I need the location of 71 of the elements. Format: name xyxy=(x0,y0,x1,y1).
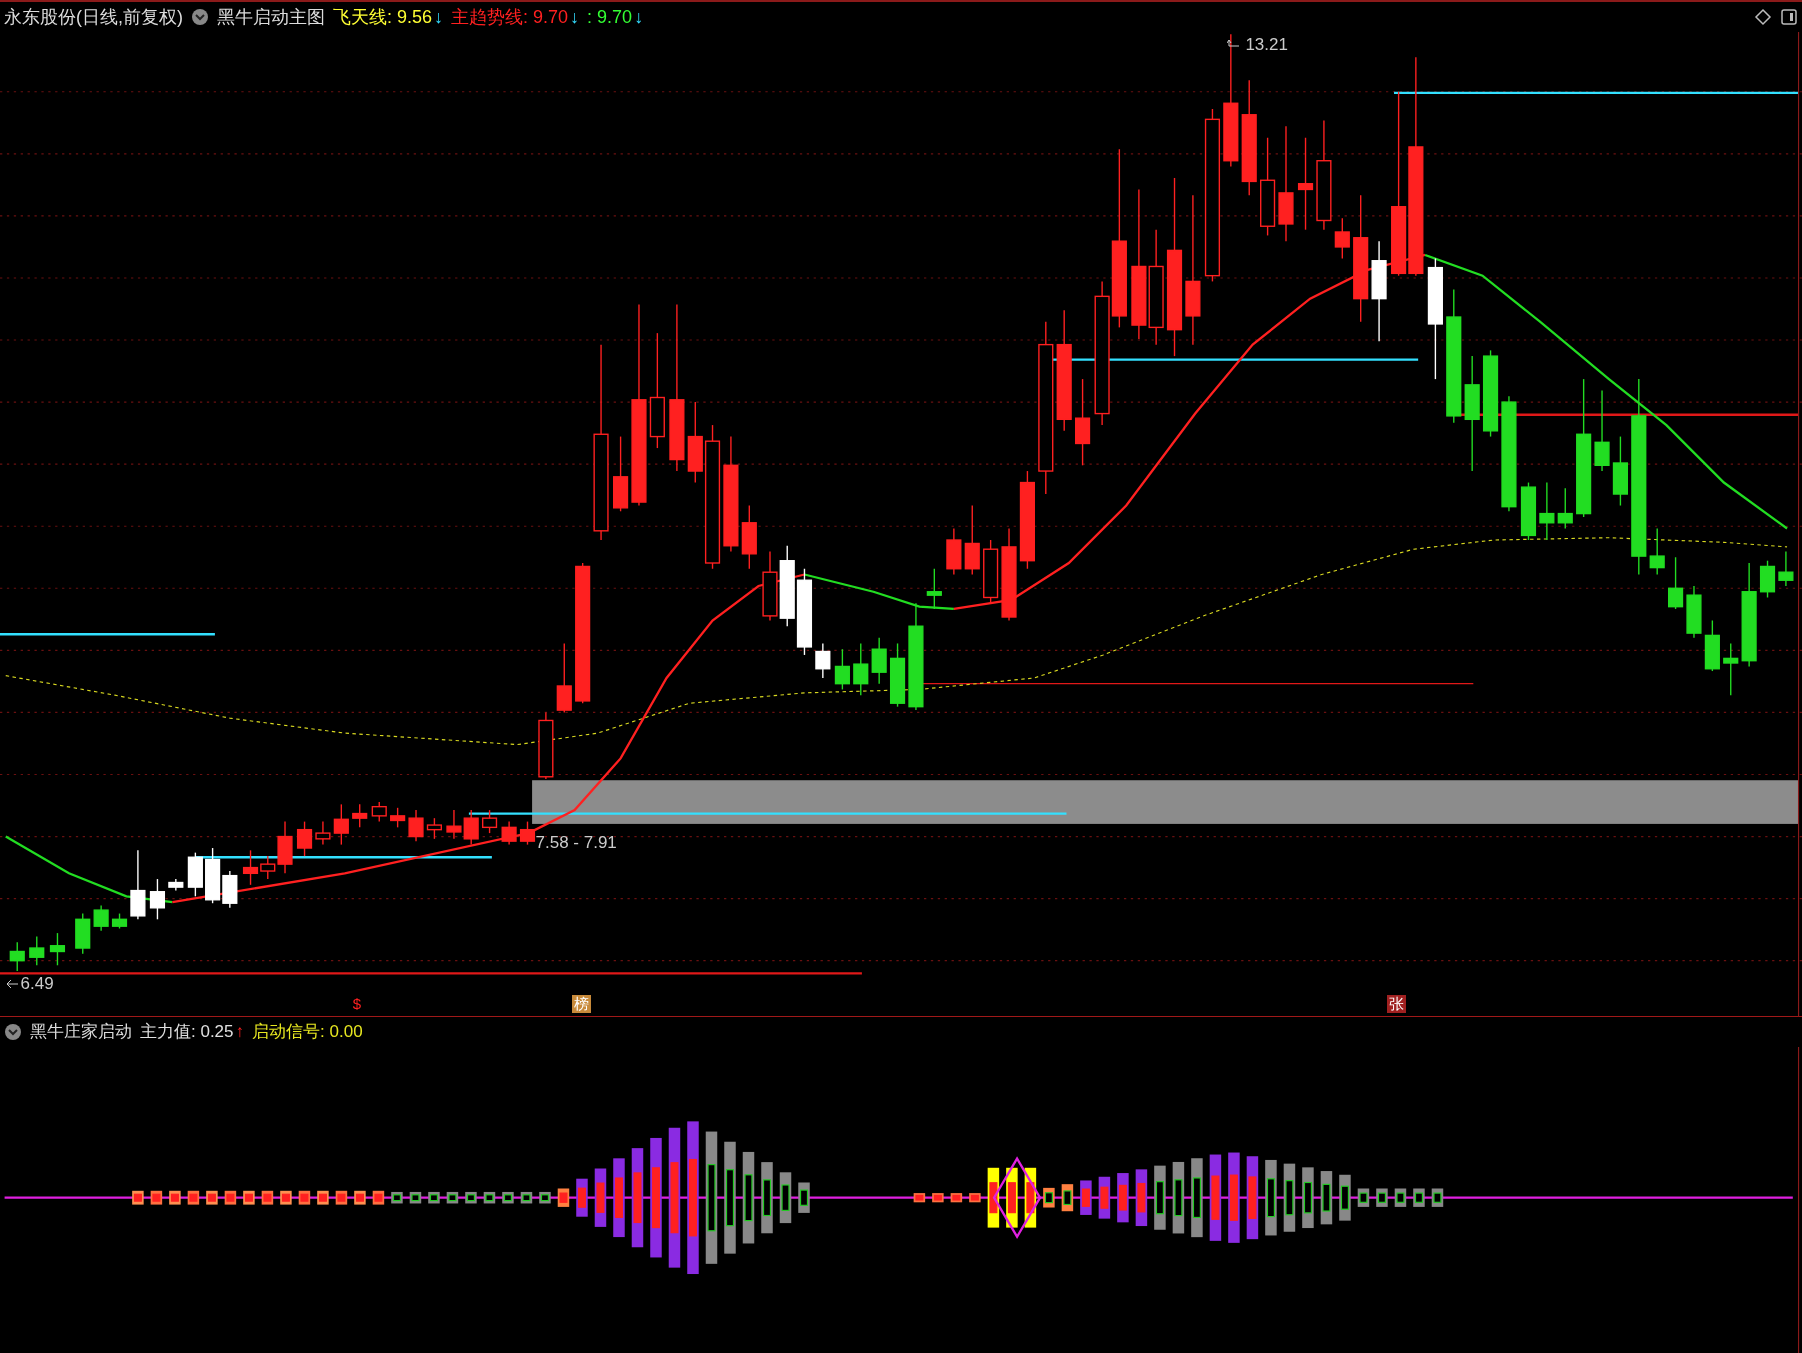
chevron-icon[interactable] xyxy=(4,1023,22,1041)
indicator-name: 黑牛庄家启动 xyxy=(30,1021,132,1044)
candlestick xyxy=(111,912,128,930)
candlestick xyxy=(501,820,517,846)
signal-tag: 榜 xyxy=(572,995,592,1014)
candlestick xyxy=(390,807,406,829)
indicator-value: 主力值: 0.25 xyxy=(140,1021,234,1044)
candlestick xyxy=(834,648,850,691)
candlestick xyxy=(29,935,45,966)
candlestick xyxy=(1759,560,1776,599)
candlestick xyxy=(315,820,331,846)
candlestick xyxy=(741,504,757,570)
candlestick xyxy=(371,801,387,823)
candlestick xyxy=(853,642,869,696)
candlestick xyxy=(446,809,462,840)
candlestick xyxy=(1668,556,1684,610)
diamond-icon[interactable] xyxy=(1754,8,1772,26)
candlestick xyxy=(556,642,572,714)
candlestick xyxy=(946,527,962,576)
price-label: 13.21 xyxy=(1245,34,1288,56)
candlestick xyxy=(333,803,349,846)
candlestick xyxy=(149,878,166,920)
candlestick xyxy=(168,878,184,892)
candlestick xyxy=(75,912,91,955)
candlestick xyxy=(49,932,66,966)
candlestick xyxy=(1334,217,1350,260)
candlestick xyxy=(130,849,146,920)
candlestick xyxy=(9,941,25,972)
candlestick xyxy=(426,817,442,840)
trend-arrow: ↓ xyxy=(434,5,444,29)
trend-arrow: ↑ xyxy=(235,1021,245,1044)
candlestick xyxy=(1557,487,1573,530)
candlestick xyxy=(519,820,536,846)
candlestick xyxy=(352,803,368,829)
candlestick xyxy=(983,539,999,604)
chevron-icon[interactable] xyxy=(191,8,209,26)
candlestick xyxy=(871,637,887,685)
candlestick xyxy=(1539,481,1555,541)
candlestick xyxy=(1778,550,1794,587)
candlestick xyxy=(1723,642,1739,696)
indicator-value: 飞天线: 9.56 xyxy=(333,5,433,29)
candlestick xyxy=(926,568,942,610)
trend-arrow: ↓ xyxy=(634,5,644,29)
signal-mark: $ xyxy=(352,995,362,1014)
trend-arrow: ↓ xyxy=(570,5,580,29)
price-label: 7.58 - 7.91 xyxy=(535,832,617,852)
candlestick xyxy=(463,809,479,846)
signal-tag: 张 xyxy=(1387,995,1407,1014)
candlestick xyxy=(1649,527,1665,576)
indicator-value: 启动信号: 0.00 xyxy=(252,1021,363,1044)
candlestick xyxy=(1520,481,1537,541)
price-label: 6.49 xyxy=(20,972,54,995)
stock-title: 永东股份(日线,前复权) xyxy=(4,5,183,29)
panel-icon[interactable] xyxy=(1780,8,1798,26)
candlestick xyxy=(1686,585,1702,639)
candlestick xyxy=(187,851,203,897)
candlestick xyxy=(296,820,313,857)
candlestick xyxy=(815,642,831,679)
arrow-icon xyxy=(4,978,19,989)
candlestick xyxy=(482,809,498,834)
indicator-value: : 9.70 xyxy=(587,5,633,29)
candlestick xyxy=(762,550,778,622)
candlestick xyxy=(408,809,424,842)
candlestick xyxy=(1704,619,1720,672)
candlestick xyxy=(964,504,980,576)
indicator-value: 主趋势线: 9.70 xyxy=(451,5,569,29)
chart-name: 黑牛启动主图 xyxy=(217,5,325,29)
candlestick xyxy=(889,642,906,708)
candlestick xyxy=(1612,435,1628,507)
candlestick xyxy=(538,711,554,780)
candlestick xyxy=(93,904,109,932)
